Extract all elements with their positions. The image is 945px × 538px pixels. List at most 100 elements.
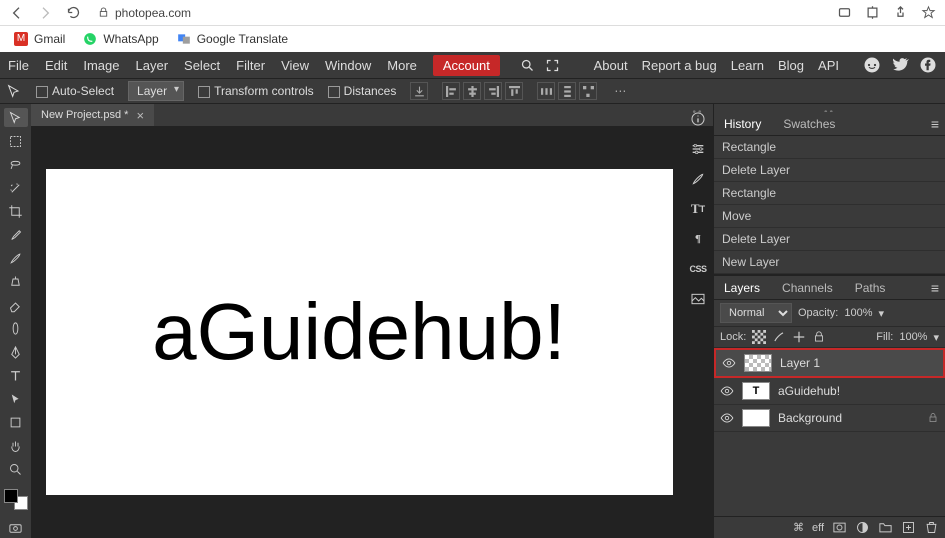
eraser-tool[interactable] xyxy=(4,296,28,315)
character-panel-icon[interactable]: TT xyxy=(687,198,709,220)
menu-view[interactable]: View xyxy=(281,58,309,73)
history-item[interactable]: Rectangle xyxy=(714,136,945,159)
search-icon[interactable] xyxy=(520,58,535,73)
menu-more[interactable]: More xyxy=(387,58,417,73)
path-select-tool[interactable] xyxy=(4,389,28,408)
new-folder-icon[interactable] xyxy=(878,520,893,535)
blend-mode-select[interactable]: Normal xyxy=(720,303,792,323)
address-bar[interactable]: photopea.com xyxy=(98,6,191,20)
panel-menu-icon[interactable]: ≡ xyxy=(931,280,939,296)
layer-row[interactable]: Background xyxy=(714,405,945,432)
link-api[interactable]: API xyxy=(818,58,839,73)
new-layer-icon[interactable] xyxy=(901,520,916,535)
shape-tool[interactable] xyxy=(4,413,28,432)
adjustment-layer-icon[interactable] xyxy=(855,520,870,535)
type-tool[interactable] xyxy=(4,366,28,385)
tab-history[interactable]: History xyxy=(720,114,765,134)
chevron-down-icon[interactable]: ▾ xyxy=(933,331,939,344)
extension-icon[interactable] xyxy=(863,4,881,22)
fill-value[interactable]: 100% xyxy=(899,331,927,343)
history-item[interactable]: New Layer xyxy=(714,251,945,274)
quick-mask-icon[interactable] xyxy=(4,518,28,537)
menu-filter[interactable]: Filter xyxy=(236,58,265,73)
tab-swatches[interactable]: Swatches xyxy=(779,114,839,134)
clone-tool[interactable] xyxy=(4,272,28,291)
align-left-icon[interactable] xyxy=(442,82,460,100)
menu-layer[interactable]: Layer xyxy=(136,58,169,73)
fullscreen-icon[interactable] xyxy=(545,58,560,73)
history-item[interactable]: Rectangle xyxy=(714,182,945,205)
layer-mask-icon[interactable] xyxy=(832,520,847,535)
facebook-icon[interactable] xyxy=(919,56,937,74)
css-panel-icon[interactable]: CSS xyxy=(687,258,709,280)
reload-button[interactable] xyxy=(64,4,82,22)
more-align-icon[interactable]: ⋯ xyxy=(611,82,629,100)
account-button[interactable]: Account xyxy=(433,55,500,76)
align-center-h-icon[interactable] xyxy=(463,82,481,100)
hand-tool[interactable] xyxy=(4,436,28,455)
menu-edit[interactable]: Edit xyxy=(45,58,67,73)
layer-target-select[interactable]: Layer xyxy=(128,81,184,101)
panel-menu-icon[interactable]: ≡ xyxy=(931,116,939,132)
crop-tool[interactable] xyxy=(4,202,28,221)
paragraph-panel-icon[interactable]: ¶ xyxy=(687,228,709,250)
link-layers-icon[interactable]: ⌘ xyxy=(793,521,804,534)
lock-move-icon[interactable] xyxy=(792,330,806,344)
wand-tool[interactable] xyxy=(4,178,28,197)
move-tool[interactable] xyxy=(4,108,28,127)
link-report[interactable]: Report a bug xyxy=(642,58,717,73)
visibility-icon[interactable] xyxy=(720,411,734,425)
history-item[interactable]: Move xyxy=(714,205,945,228)
close-tab-icon[interactable]: × xyxy=(136,108,144,123)
delete-layer-icon[interactable] xyxy=(924,520,939,535)
menu-select[interactable]: Select xyxy=(184,58,220,73)
back-button[interactable] xyxy=(8,4,26,22)
distribute-3-icon[interactable] xyxy=(579,82,597,100)
lock-brush-icon[interactable] xyxy=(772,330,786,344)
brush-panel-icon[interactable] xyxy=(687,168,709,190)
bookmark-gmail[interactable]: MGmail xyxy=(14,32,65,46)
auto-select-check[interactable]: Auto-Select xyxy=(36,84,114,98)
layer-row[interactable]: T aGuidehub! xyxy=(714,378,945,405)
twitter-icon[interactable] xyxy=(891,56,909,74)
distribute-v-icon[interactable] xyxy=(558,82,576,100)
document-tab[interactable]: New Project.psd * × xyxy=(31,104,154,126)
color-swatches[interactable] xyxy=(4,489,28,510)
canvas[interactable]: aGuidehub! xyxy=(46,169,673,495)
zoom-tool[interactable] xyxy=(4,460,28,479)
align-top-icon[interactable] xyxy=(505,82,523,100)
bookmark-whatsapp[interactable]: WhatsApp xyxy=(83,32,158,46)
link-learn[interactable]: Learn xyxy=(731,58,764,73)
download-icon[interactable] xyxy=(410,82,428,100)
star-icon[interactable] xyxy=(919,4,937,22)
menu-window[interactable]: Window xyxy=(325,58,371,73)
link-blog[interactable]: Blog xyxy=(778,58,804,73)
tab-paths[interactable]: Paths xyxy=(851,278,890,298)
menu-file[interactable]: File xyxy=(8,58,29,73)
properties-panel-icon[interactable] xyxy=(687,138,709,160)
install-icon[interactable] xyxy=(835,4,853,22)
tab-channels[interactable]: Channels xyxy=(778,278,837,298)
panel-drag-handle[interactable]: •• xyxy=(692,107,703,118)
history-item[interactable]: Delete Layer xyxy=(714,228,945,251)
lock-all-icon[interactable] xyxy=(812,330,826,344)
link-about[interactable]: About xyxy=(594,58,628,73)
forward-button[interactable] xyxy=(36,4,54,22)
tab-layers[interactable]: Layers xyxy=(720,278,764,298)
history-item[interactable]: Delete Layer xyxy=(714,159,945,182)
distribute-h-icon[interactable] xyxy=(537,82,555,100)
opacity-value[interactable]: 100% xyxy=(844,307,872,319)
eyedropper-tool[interactable] xyxy=(4,225,28,244)
menu-image[interactable]: Image xyxy=(83,58,119,73)
transform-controls-check[interactable]: Transform controls xyxy=(198,84,314,98)
bookmark-google-translate[interactable]: Google Translate xyxy=(177,32,288,46)
align-right-icon[interactable] xyxy=(484,82,502,100)
lasso-tool[interactable] xyxy=(4,155,28,174)
brush-tool[interactable] xyxy=(4,249,28,268)
image-panel-icon[interactable] xyxy=(687,288,709,310)
gradient-tool[interactable] xyxy=(4,319,28,338)
reddit-icon[interactable] xyxy=(863,56,881,74)
layer-row[interactable]: Layer 1 xyxy=(714,348,945,378)
chevron-down-icon[interactable]: ▾ xyxy=(879,307,885,320)
share-icon[interactable] xyxy=(891,4,909,22)
